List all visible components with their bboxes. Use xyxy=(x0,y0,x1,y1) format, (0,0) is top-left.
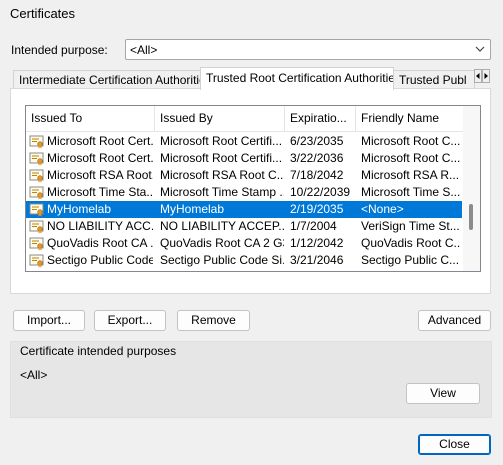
cell-issued-to: Sectigo Public Code... xyxy=(47,253,153,267)
cell-issued-to: Microsoft Root Cert... xyxy=(47,134,153,148)
cell-issued-by: MyHomelab xyxy=(160,202,225,216)
certificate-icon xyxy=(29,254,44,268)
tab-scroll-right-icon[interactable] xyxy=(482,69,490,83)
cell-friendly: Microsoft RSA R... xyxy=(361,168,460,182)
cell-issued-to: SecureTrust CA xyxy=(47,269,153,271)
cell-issued-to: Microsoft Time Sta... xyxy=(47,185,153,199)
certificate-icon xyxy=(29,169,44,183)
cell-friendly: Microsoft Root C... xyxy=(361,151,461,165)
cell-expiration: 3/22/2036 xyxy=(290,151,344,165)
certificate-icon xyxy=(29,270,44,272)
cell-expiration: 6/23/2035 xyxy=(290,134,344,148)
cell-issued-to: Microsoft Root Cert... xyxy=(47,151,153,165)
remove-button[interactable]: Remove xyxy=(177,310,250,331)
cell-expiration: 10/22/2039 xyxy=(290,185,351,199)
view-button[interactable]: View xyxy=(406,383,480,404)
intended-purpose-select[interactable]: <All> xyxy=(125,39,491,60)
cell-friendly: Trustwave xyxy=(361,269,461,271)
certificate-list[interactable]: Issued To Issued By Expiratio... Friendl… xyxy=(25,105,481,272)
chevron-down-icon xyxy=(475,46,485,52)
tab-trusted-publishers[interactable]: Trusted Publ xyxy=(393,70,475,89)
cell-issued-to: QuoVadis Root CA ... xyxy=(47,236,153,250)
tab-scroll-buttons xyxy=(474,69,490,83)
window-title: Certificates xyxy=(10,6,76,21)
cell-issued-by: Microsoft Time Stamp ... xyxy=(160,185,284,199)
cell-issued-by: Sectigo Public Code Si... xyxy=(160,253,284,267)
cell-friendly: VeriSign Time St... xyxy=(361,219,460,233)
table-row[interactable]: Microsoft Time Sta... Microsoft Time Stam… xyxy=(26,184,462,201)
tab-scroll-left-icon[interactable] xyxy=(474,69,482,83)
table-row[interactable]: Microsoft Root Cert... Microsoft Root Cer… xyxy=(26,150,462,167)
intended-purposes-title: Certificate intended purposes xyxy=(20,344,177,358)
export-button[interactable]: Export... xyxy=(94,310,166,331)
tab-panel: Issued To Issued By Expiratio... Friendl… xyxy=(10,88,491,294)
cell-friendly: Microsoft Root C... xyxy=(361,134,461,148)
cell-issued-by: QuoVadis Root CA 2 G3 xyxy=(160,236,284,250)
column-issued-by[interactable]: Issued By xyxy=(155,106,285,131)
certificate-icon xyxy=(29,203,44,217)
cell-issued-by: NO LIABILITY ACCEP... xyxy=(160,219,284,233)
list-header: Issued To Issued By Expiratio... Friendl… xyxy=(26,106,480,132)
cell-friendly: Microsoft Time S... xyxy=(361,185,461,199)
table-row[interactable]: Microsoft RSA Root... Microsoft RSA Root … xyxy=(26,167,462,184)
cell-issued-by: Microsoft RSA Root C... xyxy=(160,168,284,182)
cell-expiration: 2/19/2035 xyxy=(290,202,344,216)
advanced-button[interactable]: Advanced xyxy=(418,310,491,331)
table-row[interactable]: Sectigo Public Code... Sectigo Public Cod… xyxy=(26,252,462,269)
scrollbar-thumb[interactable] xyxy=(469,204,473,230)
cell-friendly: Sectigo Public C... xyxy=(361,253,460,267)
certificate-icon xyxy=(29,237,44,251)
certificate-icon xyxy=(29,135,44,149)
cell-expiration: 1/12/2042 xyxy=(290,236,344,250)
cell-friendly: <None> xyxy=(361,202,404,216)
column-issued-to[interactable]: Issued To xyxy=(26,106,155,131)
cell-issued-by: Microsoft Root Certifi... xyxy=(160,151,283,165)
cell-expiration: 7/18/2042 xyxy=(290,168,344,182)
cell-friendly: QuoVadis Root C... xyxy=(361,236,461,250)
cell-issued-by: Microsoft Root Certifi... xyxy=(160,134,283,148)
cell-issued-to: Microsoft RSA Root... xyxy=(47,168,153,182)
certificate-icon xyxy=(29,186,44,200)
cell-issued-by: SecureTrust CA xyxy=(160,269,284,271)
cell-expiration: 12/31/2029 xyxy=(290,269,355,271)
column-expiration[interactable]: Expiratio... xyxy=(285,106,356,131)
table-row[interactable]: QuoVadis Root CA ... QuoVadis Root CA 2 G… xyxy=(26,235,462,252)
table-row[interactable]: Microsoft Root Cert... Microsoft Root Cer… xyxy=(26,133,462,150)
intended-purpose-value: <All> xyxy=(130,43,158,57)
cell-issued-to: NO LIABILITY ACC... xyxy=(47,219,153,233)
cell-expiration: 1/7/2004 xyxy=(290,219,337,233)
certificate-icon xyxy=(29,152,44,166)
tab-intermediate-ca[interactable]: Intermediate Certification Authorities xyxy=(13,70,201,89)
cell-issued-to: MyHomelab xyxy=(47,202,112,216)
cell-expiration: 3/21/2046 xyxy=(290,253,344,267)
intended-purpose-label: Intended purpose: xyxy=(11,43,108,57)
intended-purposes-value: <All> xyxy=(20,368,48,382)
import-button[interactable]: Import... xyxy=(13,310,85,331)
close-button[interactable]: Close xyxy=(418,434,491,455)
tab-trusted-root-ca[interactable]: Trusted Root Certification Authorities xyxy=(200,67,394,90)
vertical-scrollbar[interactable] xyxy=(463,106,480,271)
table-row[interactable]: NO LIABILITY ACC... NO LIABILITY ACCEP...… xyxy=(26,218,462,235)
table-row[interactable]: MyHomelab MyHomelab 2/19/2035 <None> xyxy=(26,201,462,218)
table-row[interactable]: SecureTrust CA SecureTrust CA 12/31/2029 Tr… xyxy=(26,269,462,272)
column-friendly-name[interactable]: Friendly Name xyxy=(356,106,462,131)
certificate-icon xyxy=(29,220,44,234)
